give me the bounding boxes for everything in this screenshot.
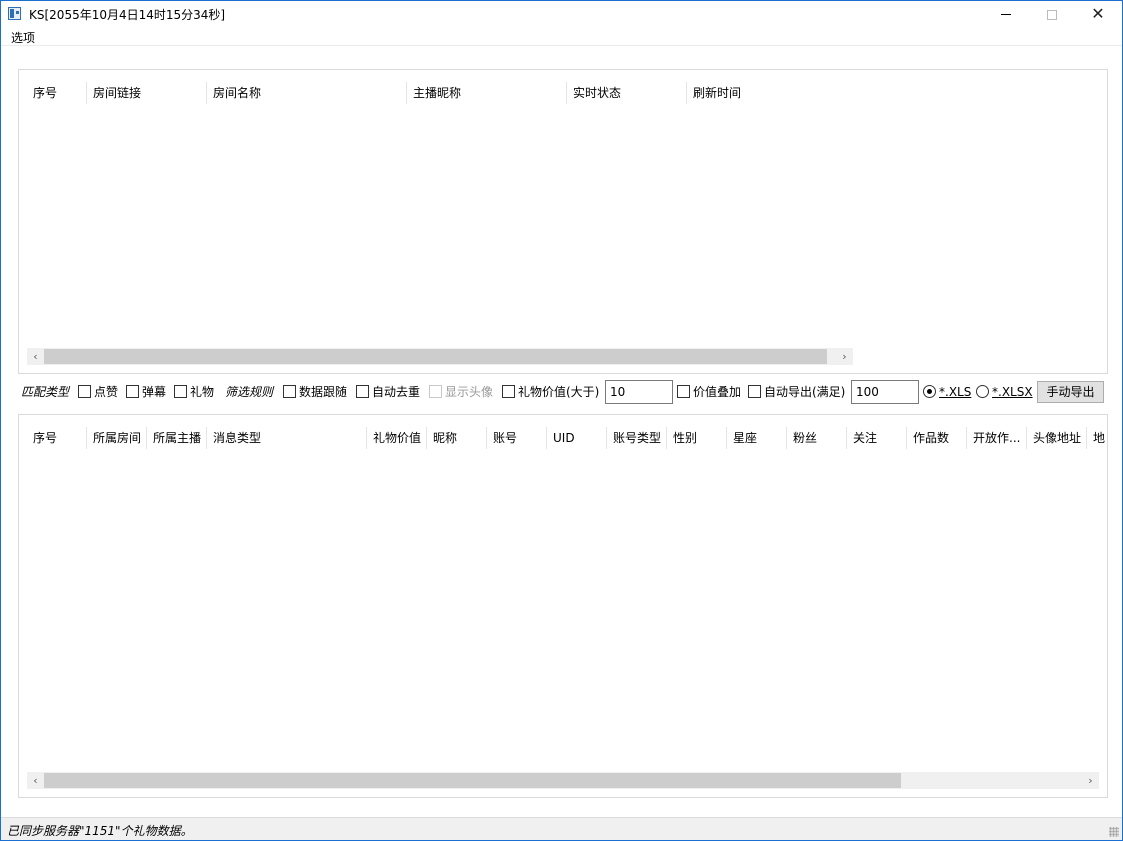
xlsx-radio-label: *.XLSX (992, 385, 1033, 399)
column-header-uid[interactable]: UID (547, 427, 607, 449)
column-header-room-link[interactable]: 房间链接 (87, 82, 207, 104)
value-stack-checkbox[interactable]: 价值叠加 (677, 379, 741, 405)
column-header-host[interactable]: 所属主播 (147, 427, 207, 449)
status-text: 已同步服务器"1151"个礼物数据。 (7, 824, 193, 838)
scroll-left-icon[interactable]: ‹ (27, 772, 44, 789)
scroll-thumb[interactable] (44, 773, 901, 788)
danmaku-checkbox[interactable]: 弹幕 (126, 379, 166, 405)
data-follow-label: 数据跟随 (299, 385, 348, 399)
menu-bar: 选项 (1, 27, 1122, 46)
column-header-gift-value[interactable]: 礼物价值 (367, 427, 427, 449)
gift-value-checkbox[interactable]: 礼物价值(大于) (502, 379, 599, 405)
scroll-right-icon[interactable]: › (1082, 772, 1099, 789)
minimize-icon (1001, 14, 1011, 15)
checkbox-icon (502, 385, 515, 398)
radio-selected-icon (923, 385, 936, 398)
gift-checkbox-label: 礼物 (190, 385, 215, 399)
column-header-room[interactable]: 所属房间 (87, 427, 147, 449)
resize-grip-icon[interactable] (1109, 827, 1119, 837)
auto-export-label: 自动导出(满足) (764, 385, 846, 399)
checkbox-icon (748, 385, 761, 398)
manual-export-button[interactable]: 手动导出 (1037, 381, 1104, 403)
column-header-index[interactable]: 序号 (27, 427, 87, 449)
column-header-nickname[interactable]: 昵称 (427, 427, 487, 449)
column-header-refresh-time[interactable]: 刷新时间 (687, 82, 847, 104)
filter-rule-label: 筛选规则 (225, 385, 274, 399)
filter-toolbar: 匹配类型 点赞 弹幕 礼物 筛选规则 数据跟随 自动去重 显示头像 礼物价值(大… (1, 379, 1122, 405)
minimize-button[interactable] (983, 1, 1029, 27)
checkbox-icon (677, 385, 690, 398)
column-header-account-type[interactable]: 账号类型 (607, 427, 667, 449)
xlsx-radio[interactable]: *.XLSX (976, 379, 1033, 405)
title-bar[interactable]: KS[2055年10月4日14时15分34秒] ✕ (1, 1, 1122, 27)
menu-options[interactable]: 选项 (11, 29, 35, 46)
column-header-open-works[interactable]: 开放作... (967, 427, 1027, 449)
checkbox-icon (356, 385, 369, 398)
like-checkbox-label: 点赞 (94, 385, 119, 399)
data-follow-checkbox[interactable]: 数据跟随 (283, 379, 347, 405)
auto-export-threshold-input[interactable] (851, 380, 919, 404)
show-avatar-checkbox: 显示头像 (429, 379, 493, 405)
column-header-following[interactable]: 关注 (847, 427, 907, 449)
column-header-account[interactable]: 账号 (487, 427, 547, 449)
column-header-avatar-url[interactable]: 头像地址 (1027, 427, 1087, 449)
gift-checkbox[interactable]: 礼物 (174, 379, 214, 405)
column-header-zodiac[interactable]: 星座 (727, 427, 787, 449)
checkbox-icon (283, 385, 296, 398)
column-header-message-type[interactable]: 消息类型 (207, 427, 367, 449)
column-header-gender[interactable]: 性别 (667, 427, 727, 449)
auto-dedupe-label: 自动去重 (372, 385, 421, 399)
close-icon: ✕ (1091, 4, 1105, 23)
room-list[interactable]: 序号 房间链接 房间名称 主播昵称 实时状态 刷新时间 ‹ › (18, 69, 1108, 374)
gift-value-input[interactable] (605, 380, 673, 404)
auto-export-checkbox[interactable]: 自动导出(满足) (748, 379, 845, 405)
column-header-location[interactable]: 地 (1087, 427, 1107, 449)
gift-value-label: 礼物价值(大于) (518, 385, 600, 399)
room-list-hscrollbar[interactable]: ‹ › (27, 348, 853, 365)
match-type-label: 匹配类型 (21, 385, 70, 399)
show-avatar-label: 显示头像 (445, 385, 494, 399)
auto-dedupe-checkbox[interactable]: 自动去重 (356, 379, 420, 405)
xls-radio-label: *.XLS (939, 385, 972, 399)
checkbox-icon (429, 385, 442, 398)
column-header-host-nickname[interactable]: 主播昵称 (407, 82, 567, 104)
maximize-icon (1047, 9, 1057, 20)
main-window: KS[2055年10月4日14时15分34秒] ✕ 选项 序号 房间链接 房间名… (0, 0, 1123, 841)
checkbox-icon (78, 385, 91, 398)
status-bar: 已同步服务器"1151"个礼物数据。 (1, 817, 1122, 840)
maximize-button[interactable] (1029, 1, 1075, 27)
xls-radio[interactable]: *.XLS (923, 379, 971, 405)
value-stack-label: 价值叠加 (693, 385, 742, 399)
checkbox-icon (174, 385, 187, 398)
column-header-index[interactable]: 序号 (27, 82, 87, 104)
column-header-works[interactable]: 作品数 (907, 427, 967, 449)
scroll-thumb[interactable] (44, 349, 827, 364)
like-checkbox[interactable]: 点赞 (78, 379, 118, 405)
close-button[interactable]: ✕ (1075, 1, 1121, 27)
checkbox-icon (126, 385, 139, 398)
window-title: KS[2055年10月4日14时15分34秒] (29, 8, 226, 22)
app-icon (8, 7, 21, 20)
danmaku-checkbox-label: 弹幕 (142, 385, 167, 399)
message-list-hscrollbar[interactable]: ‹ › (27, 772, 1099, 789)
column-header-live-status[interactable]: 实时状态 (567, 82, 687, 104)
column-header-room-name[interactable]: 房间名称 (207, 82, 407, 104)
scroll-right-icon[interactable]: › (836, 348, 853, 365)
radio-icon (976, 385, 989, 398)
message-list[interactable]: 序号 所属房间 所属主播 消息类型 礼物价值 昵称 账号 UID 账号类型 性别… (18, 414, 1108, 798)
scroll-left-icon[interactable]: ‹ (27, 348, 44, 365)
column-header-fans[interactable]: 粉丝 (787, 427, 847, 449)
